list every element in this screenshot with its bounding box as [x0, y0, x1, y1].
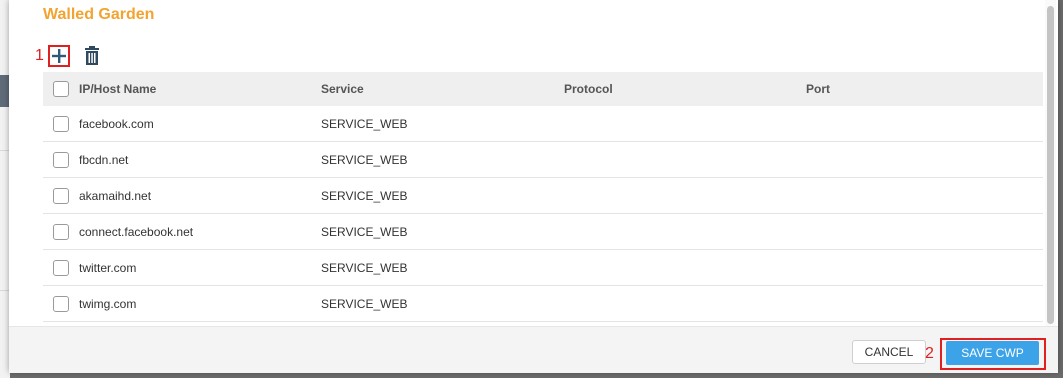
delete-entry-button[interactable]	[83, 46, 101, 66]
table-row[interactable]: akamaihd.net SERVICE_WEB	[43, 178, 1043, 214]
service-cell: SERVICE_WEB	[321, 296, 408, 311]
table-row[interactable]: facebook.com SERVICE_WEB	[43, 106, 1043, 142]
walled-garden-dialog: Walled Garden 1 IP/Host Name Service Pro…	[9, 0, 1058, 373]
host-cell: fbcdn.net	[79, 152, 129, 167]
service-cell: SERVICE_WEB	[321, 224, 408, 239]
row-checkbox[interactable]	[53, 259, 69, 276]
table-row[interactable]: twimg.com SERVICE_WEB	[43, 286, 1043, 322]
service-cell: SERVICE_WEB	[321, 188, 408, 203]
walled-garden-table: IP/Host Name Service Protocol Port faceb…	[43, 72, 1043, 322]
host-cell: facebook.com	[79, 116, 154, 131]
table-row[interactable]: connect.facebook.net SERVICE_WEB	[43, 214, 1043, 250]
row-checkbox[interactable]	[53, 223, 69, 240]
save-cwp-button[interactable]: SAVE CWP	[946, 341, 1039, 365]
dialog-title: Walled Garden	[43, 6, 155, 23]
trash-icon	[85, 46, 99, 65]
column-header-host[interactable]: IP/Host Name	[79, 82, 321, 96]
service-cell: SERVICE_WEB	[321, 260, 408, 275]
plus-icon	[52, 49, 66, 63]
host-cell: twitter.com	[79, 260, 137, 275]
column-header-protocol[interactable]: Protocol	[564, 82, 806, 96]
host-cell: twimg.com	[79, 296, 137, 311]
table-row[interactable]: twitter.com SERVICE_WEB	[43, 250, 1043, 286]
row-checkbox[interactable]	[53, 115, 69, 132]
service-cell: SERVICE_WEB	[321, 116, 408, 131]
scrollbar-thumb[interactable]	[1047, 6, 1054, 324]
table-row[interactable]: fbcdn.net SERVICE_WEB	[43, 142, 1043, 178]
row-checkbox[interactable]	[53, 151, 69, 168]
column-header-service[interactable]: Service	[321, 82, 564, 96]
row-checkbox[interactable]	[53, 187, 69, 204]
annotation-marker-2: 2	[925, 345, 934, 362]
add-entry-button[interactable]	[48, 45, 70, 67]
column-header-port[interactable]: Port	[806, 82, 1043, 96]
annotation-marker-1: 1	[35, 47, 44, 64]
select-all-checkbox[interactable]	[53, 81, 69, 97]
service-cell: SERVICE_WEB	[321, 152, 408, 167]
host-cell: akamaihd.net	[79, 188, 152, 203]
row-checkbox[interactable]	[53, 295, 69, 312]
cancel-button[interactable]: CANCEL	[852, 340, 926, 364]
table-header: IP/Host Name Service Protocol Port	[43, 72, 1043, 106]
host-cell: connect.facebook.net	[79, 224, 194, 239]
